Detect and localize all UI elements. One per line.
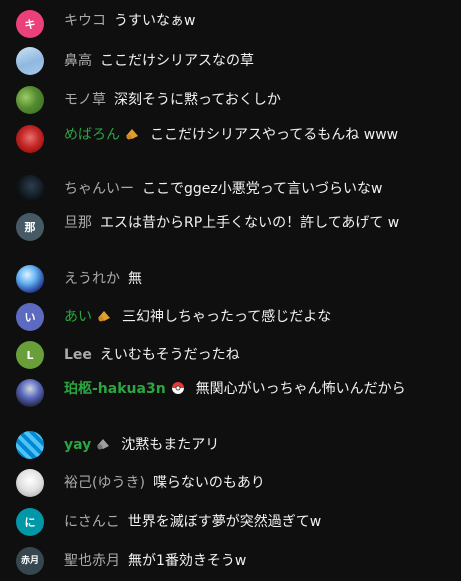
anime-character-avatar[interactable] <box>16 265 44 293</box>
red-member-badge-icon <box>170 381 186 395</box>
message-text: ここだけシリアスなの草 <box>100 53 254 69</box>
author-name[interactable]: 鼻高 <box>64 53 92 69</box>
author-name[interactable]: モノ草 <box>64 92 106 108</box>
message-text: ここだけシリアスやってるもんね www <box>150 127 399 143</box>
white-figure-avatar[interactable] <box>16 469 44 497</box>
author-name[interactable]: yay <box>64 437 113 453</box>
live-chat-list[interactable]: キ キウコ うすいなぁw 鼻高 ここだけシリアスなの草 モノ草 深刻そうに黙っておくし… <box>0 0 461 581</box>
red-flower-avatar[interactable] <box>16 125 44 153</box>
author-name[interactable]: 旦那 <box>64 215 92 231</box>
author-name[interactable]: えうれか <box>64 271 120 287</box>
blue-pattern-avatar[interactable] <box>16 431 44 459</box>
author-name[interactable]: めばろん <box>64 127 142 143</box>
message-text: 喋らないのもあり <box>152 475 265 491</box>
anime-girl-avatar[interactable] <box>16 379 44 407</box>
message-text: エスは昔からRP上手くないの！許してあげて w <box>100 215 400 231</box>
author-avatar[interactable]: 赤月 <box>16 547 44 575</box>
gold-member-badge-icon <box>96 309 112 323</box>
author-avatar[interactable]: キ <box>16 10 44 38</box>
message-text: 世界を滅ぼす夢が突然過ぎてw <box>127 514 322 530</box>
sky-photo-avatar[interactable] <box>16 47 44 75</box>
author-name[interactable]: 裕己(ゆうき) <box>64 475 145 491</box>
grey-member-badge-icon <box>95 437 111 451</box>
author-name[interactable]: 聖也赤月 <box>64 553 120 569</box>
message-text: 沈黙もまたアリ <box>121 437 220 453</box>
message-text: 三幻神しちゃったって感じだよな <box>122 309 332 325</box>
author-name[interactable]: Lee <box>64 347 92 363</box>
message-text: 無関心がいっちゃん怖いんだから <box>195 381 406 397</box>
author-name[interactable]: ちゃんいー <box>64 181 134 197</box>
dark-photo-avatar[interactable] <box>16 175 44 203</box>
author-name[interactable]: にさんこ <box>64 514 120 530</box>
author-avatar[interactable]: い <box>16 303 44 331</box>
message-text: ここでggez小悪党って言いづらいなw <box>142 181 383 197</box>
message-text: 無が1番効きそうw <box>128 553 247 569</box>
gold-member-badge-icon <box>124 127 140 141</box>
author-avatar[interactable]: L <box>16 341 44 369</box>
message-text: えいむもそうだったね <box>99 347 240 363</box>
author-avatar[interactable]: に <box>16 508 44 536</box>
author-name[interactable]: 珀柩-hakua3n <box>64 381 188 397</box>
message-text: うすいなぁw <box>114 13 196 29</box>
message-text: 無 <box>128 271 142 287</box>
author-name[interactable]: キウコ <box>64 13 106 29</box>
author-avatar[interactable]: 那 <box>16 213 44 241</box>
plant-photo-avatar[interactable] <box>16 86 44 114</box>
author-name[interactable]: あい <box>64 309 114 325</box>
message-text: 深刻そうに黙っておくしか <box>114 92 281 108</box>
